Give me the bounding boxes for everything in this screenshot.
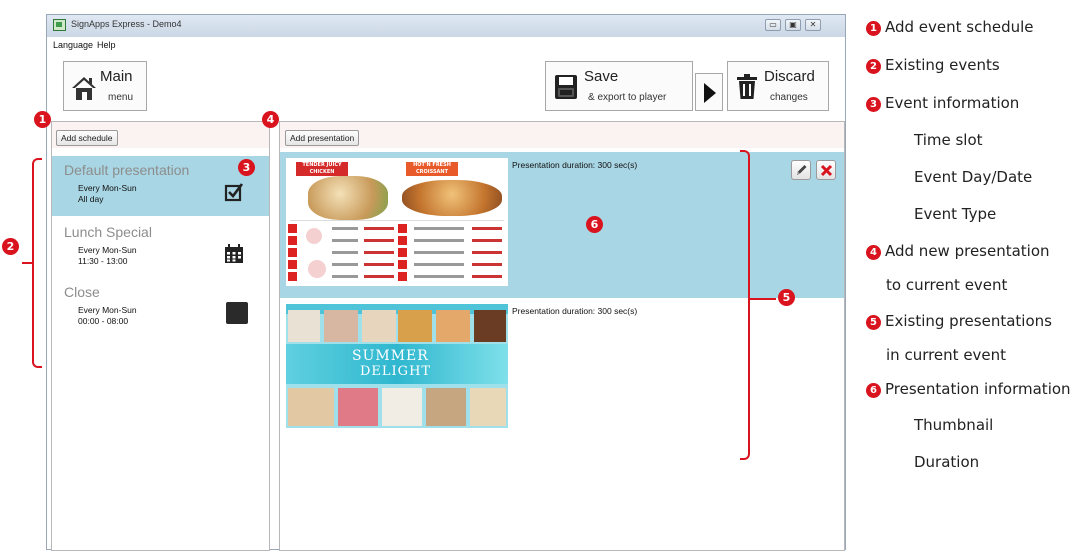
black-square-icon	[226, 302, 248, 324]
event-days: Every Mon-Sun	[78, 305, 137, 315]
legend-sub-event-type: Event Type	[914, 205, 997, 223]
maximize-button[interactable]: ▣	[785, 19, 801, 31]
legend-item-5: 5 Existing presentations	[866, 312, 1052, 330]
play-arrow-icon	[704, 83, 716, 103]
legend-cont-4: to current event	[886, 276, 1008, 294]
home-icon	[72, 77, 96, 100]
pencil-icon	[797, 165, 807, 175]
window-title: SignApps Express - Demo4	[71, 19, 182, 29]
close-button[interactable]: ✕	[805, 19, 821, 31]
save-label: Save	[584, 68, 619, 85]
presentation-duration: Presentation duration: 300 sec(s)	[512, 160, 638, 170]
callout-4: 4	[262, 111, 279, 128]
trash-icon	[737, 74, 757, 99]
main-menu-label: Main	[100, 68, 133, 85]
legend-item-1: 1 Add event schedule	[866, 18, 1034, 36]
menu-help[interactable]: Help	[97, 40, 116, 50]
thumb-title-right: HOT'N FRESH CROISSANT	[406, 162, 458, 176]
event-days: Every Mon-Sun	[78, 183, 137, 193]
legend-item-4: 4 Add new presentation	[866, 242, 1050, 260]
legend-sub-thumbnail: Thumbnail	[914, 416, 994, 434]
event-name: Close	[64, 284, 100, 300]
event-days: Every Mon-Sun	[78, 245, 137, 255]
thumb-menu-rows	[288, 224, 508, 286]
presentation-duration: Presentation duration: 300 sec(s)	[512, 306, 638, 316]
event-time: 00:00 - 08:00	[78, 316, 129, 326]
event-item-default-presentation[interactable]: Default presentation Every Mon-Sun All d…	[52, 156, 269, 216]
bracket-existing-presentations	[740, 150, 750, 460]
presentation-item[interactable]: SUMMER DELIGHT Presentation duration: 30…	[280, 300, 844, 440]
event-item-lunch-special[interactable]: Lunch Special Every Mon-Sun 11:30 - 13:0…	[52, 220, 269, 276]
discard-changes-button[interactable]: Discard changes	[727, 61, 829, 111]
thumb-food-croissant	[402, 180, 502, 216]
event-time: All day	[78, 194, 104, 204]
presentation-thumbnail: SUMMER DELIGHT	[286, 304, 508, 428]
schedule-panel: Add schedule Default presentation Every …	[51, 121, 270, 551]
main-menu-button[interactable]: Main menu	[63, 61, 147, 111]
callout-5: 5	[778, 289, 795, 306]
add-presentation-button[interactable]: Add presentation	[285, 130, 360, 146]
checkbox-icon	[224, 183, 244, 202]
thumb-title-left: TENDER JUICY CHICKEN	[296, 162, 348, 176]
legend-cont-5: in current event	[886, 346, 1007, 364]
minimize-button[interactable]: ▭	[765, 19, 781, 31]
callout-6: 6	[586, 216, 603, 233]
event-item-close[interactable]: Close Every Mon-Sun 00:00 - 08:00	[52, 280, 269, 336]
menu-language[interactable]: Language	[53, 40, 93, 50]
menu-bar: Language Help	[47, 37, 845, 53]
legend-item-3: 3 Event information	[866, 94, 1019, 112]
discard-label: Discard	[764, 68, 815, 85]
legend-sub-event-day: Event Day/Date	[914, 168, 1033, 186]
event-time: 11:30 - 13:00	[78, 256, 128, 266]
bracket-existing-events	[32, 158, 42, 368]
delete-presentation-button[interactable]	[816, 160, 836, 180]
save-sublabel: & export to player	[588, 92, 667, 103]
export-arrow-button[interactable]	[695, 73, 723, 111]
save-export-button[interactable]: Save & export to player	[545, 61, 693, 111]
calendar-icon	[225, 244, 243, 263]
title-bar: SignApps Express - Demo4 ▭ ▣ ✕	[47, 15, 845, 37]
legend-item-2: 2 Existing events	[866, 56, 1000, 74]
app-icon	[53, 19, 66, 31]
thumb-summer: SUMMER	[352, 348, 429, 364]
event-name: Lunch Special	[64, 224, 152, 240]
add-schedule-button[interactable]: Add schedule	[56, 130, 118, 146]
app-window: SignApps Express - Demo4 ▭ ▣ ✕ Language …	[46, 14, 846, 551]
thumb-delight: DELIGHT	[360, 364, 432, 379]
floppy-disk-icon	[555, 75, 577, 99]
event-name: Default presentation	[64, 162, 190, 178]
callout-1: 1	[34, 111, 51, 128]
main-menu-sublabel: menu	[108, 92, 134, 103]
presentation-item[interactable]: TENDER JUICY CHICKEN HOT'N FRESH CROISSA…	[280, 152, 844, 298]
presentation-toolbar	[280, 122, 844, 148]
red-x-icon	[820, 164, 833, 177]
presentation-panel: Add presentation TENDER JUICY CHICKEN HO…	[279, 121, 845, 551]
thumb-food-wrap	[308, 176, 388, 220]
callout-2: 2	[2, 238, 19, 255]
legend-sub-time-slot: Time slot	[914, 131, 983, 149]
edit-presentation-button[interactable]	[791, 160, 811, 180]
discard-sublabel: changes	[770, 92, 808, 103]
legend-sub-duration: Duration	[914, 453, 980, 471]
presentation-thumbnail: TENDER JUICY CHICKEN HOT'N FRESH CROISSA…	[286, 158, 508, 286]
callout-3: 3	[238, 159, 255, 176]
legend-item-6: 6 Presentation information	[866, 380, 1071, 398]
